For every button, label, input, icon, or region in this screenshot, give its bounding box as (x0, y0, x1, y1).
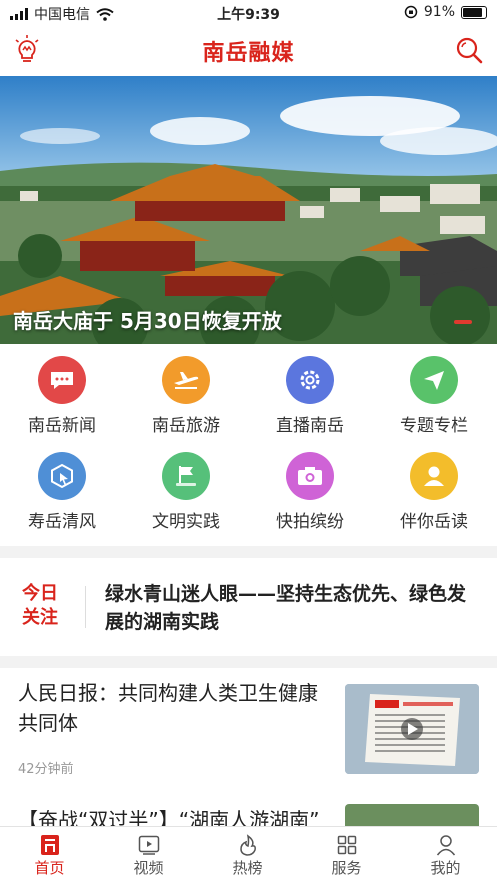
category-grid: 南岳新闻 南岳旅游 直播南岳 专题专栏 寿岳清风 文明实践 快拍缤纷 伴你岳读 (0, 344, 497, 546)
grid-item-label: 南岳旅游 (152, 416, 220, 436)
today-focus-headline: 绿水青山迷人眼——坚持生态优先、绿色发展的湖南实践 (105, 583, 467, 633)
news-list: 人民日报：共同构建人类卫生健康共同体 42分钟前 【奋战“双过半”】“湖南人游湖… (0, 668, 497, 834)
tab-services[interactable]: 服务 (297, 833, 396, 878)
today-focus-tag: 今日关注 (22, 583, 58, 628)
grid-item-label: 南岳新闻 (28, 416, 96, 436)
battery-icon (461, 5, 487, 19)
grid-item-snapshot[interactable]: 快拍缤纷 (248, 452, 372, 532)
profile-icon (436, 835, 455, 856)
flame-icon (239, 834, 256, 856)
grid-item-label: 直播南岳 (276, 416, 344, 436)
battery-percent: 91% (423, 4, 455, 20)
orientation-lock-icon (404, 5, 418, 19)
news-thumbnail[interactable] (345, 684, 479, 774)
grid-item-label: 寿岳清风 (28, 512, 96, 532)
tab-video[interactable]: 视频 (99, 833, 198, 878)
tab-label: 我的 (430, 859, 461, 877)
tab-mine[interactable]: 我的 (396, 833, 495, 878)
status-bar: 中国电信 上午9:39 91% (0, 0, 497, 26)
hero-banner[interactable]: 南岳大庙于 5月30日恢复开放 (0, 76, 497, 344)
grid-item-civilization-practice[interactable]: 文明实践 (124, 452, 248, 532)
grid-item-reading-companion[interactable]: 伴你岳读 (372, 452, 496, 532)
tab-label: 视频 (133, 859, 164, 877)
grid-item-live-nanyue[interactable]: 直播南岳 (248, 356, 372, 436)
grid-icon (337, 835, 356, 855)
tab-label: 首页 (34, 859, 65, 877)
grid-item-special-topics[interactable]: 专题专栏 (372, 356, 496, 436)
divider (85, 586, 86, 628)
search-icon[interactable] (455, 36, 483, 64)
airplane-icon (162, 356, 210, 404)
grid-item-nanyue-news[interactable]: 南岳新闻 (0, 356, 124, 436)
grid-item-label: 快拍缤纷 (276, 512, 344, 532)
banner-caption: 南岳大庙于 5月30日恢复开放 (13, 309, 282, 333)
tab-home[interactable]: 首页 (0, 833, 99, 878)
tab-label: 热榜 (232, 859, 263, 877)
app-title: 南岳融媒 (202, 41, 295, 66)
video-icon (138, 835, 159, 855)
bottom-tab-bar: 首页 视频 热榜 服务 我的 (0, 826, 497, 884)
flag-icon (162, 452, 210, 500)
hexagon-cursor-icon (38, 452, 86, 500)
banner-image (0, 76, 497, 344)
news-time: 42分钟前 (18, 762, 74, 777)
news-chat-icon (38, 356, 86, 404)
grid-item-shouyue-qingfeng[interactable]: 寿岳清风 (0, 452, 124, 532)
news-title[interactable]: 人民日报：共同构建人类卫生健康共同体 (18, 678, 336, 738)
carousel-indicator (454, 320, 472, 324)
grid-item-nanyue-travel[interactable]: 南岳旅游 (124, 356, 248, 436)
today-focus-card[interactable]: 今日关注 绿水青山迷人眼——坚持生态优先、绿色发展的湖南实践 (0, 558, 497, 656)
grid-item-label: 伴你岳读 (400, 512, 468, 532)
grid-item-label: 文明实践 (152, 512, 220, 532)
paper-plane-icon (410, 356, 458, 404)
home-icon (40, 835, 59, 855)
app-header: 南岳融媒 (0, 26, 497, 76)
tab-trending[interactable]: 热榜 (198, 833, 297, 878)
grid-item-label: 专题专栏 (400, 416, 468, 436)
user-icon (410, 452, 458, 500)
tab-label: 服务 (331, 859, 362, 877)
gear-icon (286, 356, 334, 404)
camera-icon (286, 452, 334, 500)
